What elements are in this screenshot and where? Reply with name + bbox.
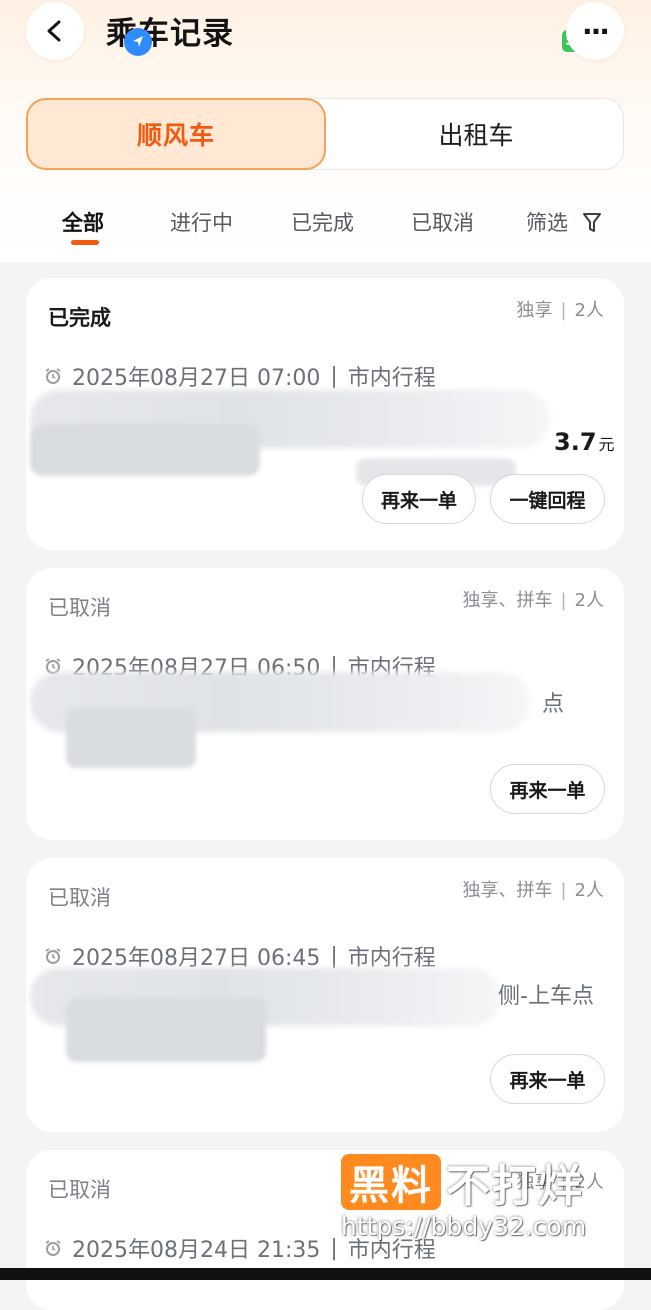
trip-status: 已取消 <box>48 596 111 620</box>
trip-status: 已取消 <box>48 886 111 910</box>
route-tail-text: 侧-上车点 <box>498 984 594 1009</box>
reorder-button[interactable]: 再来一单 <box>490 1054 605 1104</box>
meta-separator: | <box>560 300 567 321</box>
watermark-url: https://bbdy32.com <box>341 1212 587 1241</box>
tab-completed[interactable]: 已完成 <box>291 207 354 237</box>
redacted-route-block <box>30 424 260 476</box>
trip-time-row: 2025年08月27日 07:00 | 市内行程 <box>44 360 436 392</box>
tab-all[interactable]: 全部 <box>62 207 104 237</box>
trip-people: 2人 <box>574 590 604 611</box>
reorder-button[interactable]: 再来一单 <box>362 474 476 524</box>
tab-filter[interactable]: 筛选 <box>526 207 568 237</box>
alarm-clock-icon <box>45 368 61 384</box>
trip-card[interactable]: 已取消 独享、拼车 | 2人 2025年08月27日 06:50 | 市内行程 点 再来… <box>26 568 624 840</box>
alarm-clock-icon <box>45 948 61 964</box>
trip-price: 3.7 元 <box>554 428 615 456</box>
filter-icon[interactable] <box>582 212 602 234</box>
alarm-clock-icon <box>45 1240 61 1256</box>
trip-meta: 独享 | 2人 <box>516 296 604 322</box>
route-tail-text: 点 <box>542 692 565 717</box>
trip-status: 已取消 <box>48 1178 111 1202</box>
trip-datetime: 2025年08月24日 21:35 <box>72 1238 321 1263</box>
tab-active-indicator <box>71 240 99 245</box>
trip-meta: 独享、拼车 | 2人 <box>462 586 604 612</box>
more-dots-icon: ··· <box>582 14 610 48</box>
trip-datetime: 2025年08月27日 07:00 <box>72 366 321 391</box>
trip-type: 独享 <box>516 300 553 321</box>
tab-in-progress[interactable]: 进行中 <box>170 207 233 237</box>
trip-people: 2人 <box>574 300 604 321</box>
location-arrow-icon <box>124 28 152 56</box>
segment-taxi[interactable]: 出租车 <box>327 99 625 169</box>
return-trip-button[interactable]: 一键回程 <box>490 474 605 524</box>
redacted-route-block <box>66 998 266 1062</box>
trip-people: 2人 <box>574 880 604 901</box>
trip-card[interactable]: 已完成 独享 | 2人 2025年08月27日 07:00 | 市内行程 3.7 元 再来… <box>26 278 624 550</box>
price-unit: 元 <box>598 435 615 454</box>
bottom-bar <box>0 1268 651 1280</box>
more-button[interactable]: ··· <box>566 2 624 60</box>
trip-meta: 独享、拼车 | 2人 <box>462 876 604 902</box>
meta-separator: | <box>560 590 567 611</box>
chevron-left-icon <box>47 20 61 42</box>
trip-status: 已完成 <box>48 306 111 330</box>
back-button[interactable] <box>26 2 84 60</box>
meta-separator: | <box>560 880 567 901</box>
trip-scope: 市内行程 <box>347 366 436 391</box>
time-separator: | <box>330 943 338 969</box>
watermark-logo-box: 黑料 <box>341 1154 441 1210</box>
service-type-switch: 顺风车 出租车 <box>26 98 624 170</box>
time-separator: | <box>330 363 338 389</box>
trip-type: 独享、拼车 <box>462 880 553 901</box>
watermark-text: 不打烊 <box>446 1161 584 1212</box>
tab-cancelled[interactable]: 已取消 <box>411 207 474 237</box>
redacted-route-block <box>66 708 196 768</box>
price-value: 3.7 <box>554 428 597 456</box>
segment-shunfengche[interactable]: 顺风车 <box>26 98 326 170</box>
trip-type: 独享、拼车 <box>462 590 553 611</box>
time-separator: | <box>330 1235 338 1261</box>
trip-card[interactable]: 已取消 独享、拼车 | 2人 2025年08月27日 06:45 | 市内行程 侧-上车… <box>26 858 624 1132</box>
reorder-button[interactable]: 再来一单 <box>490 764 605 814</box>
